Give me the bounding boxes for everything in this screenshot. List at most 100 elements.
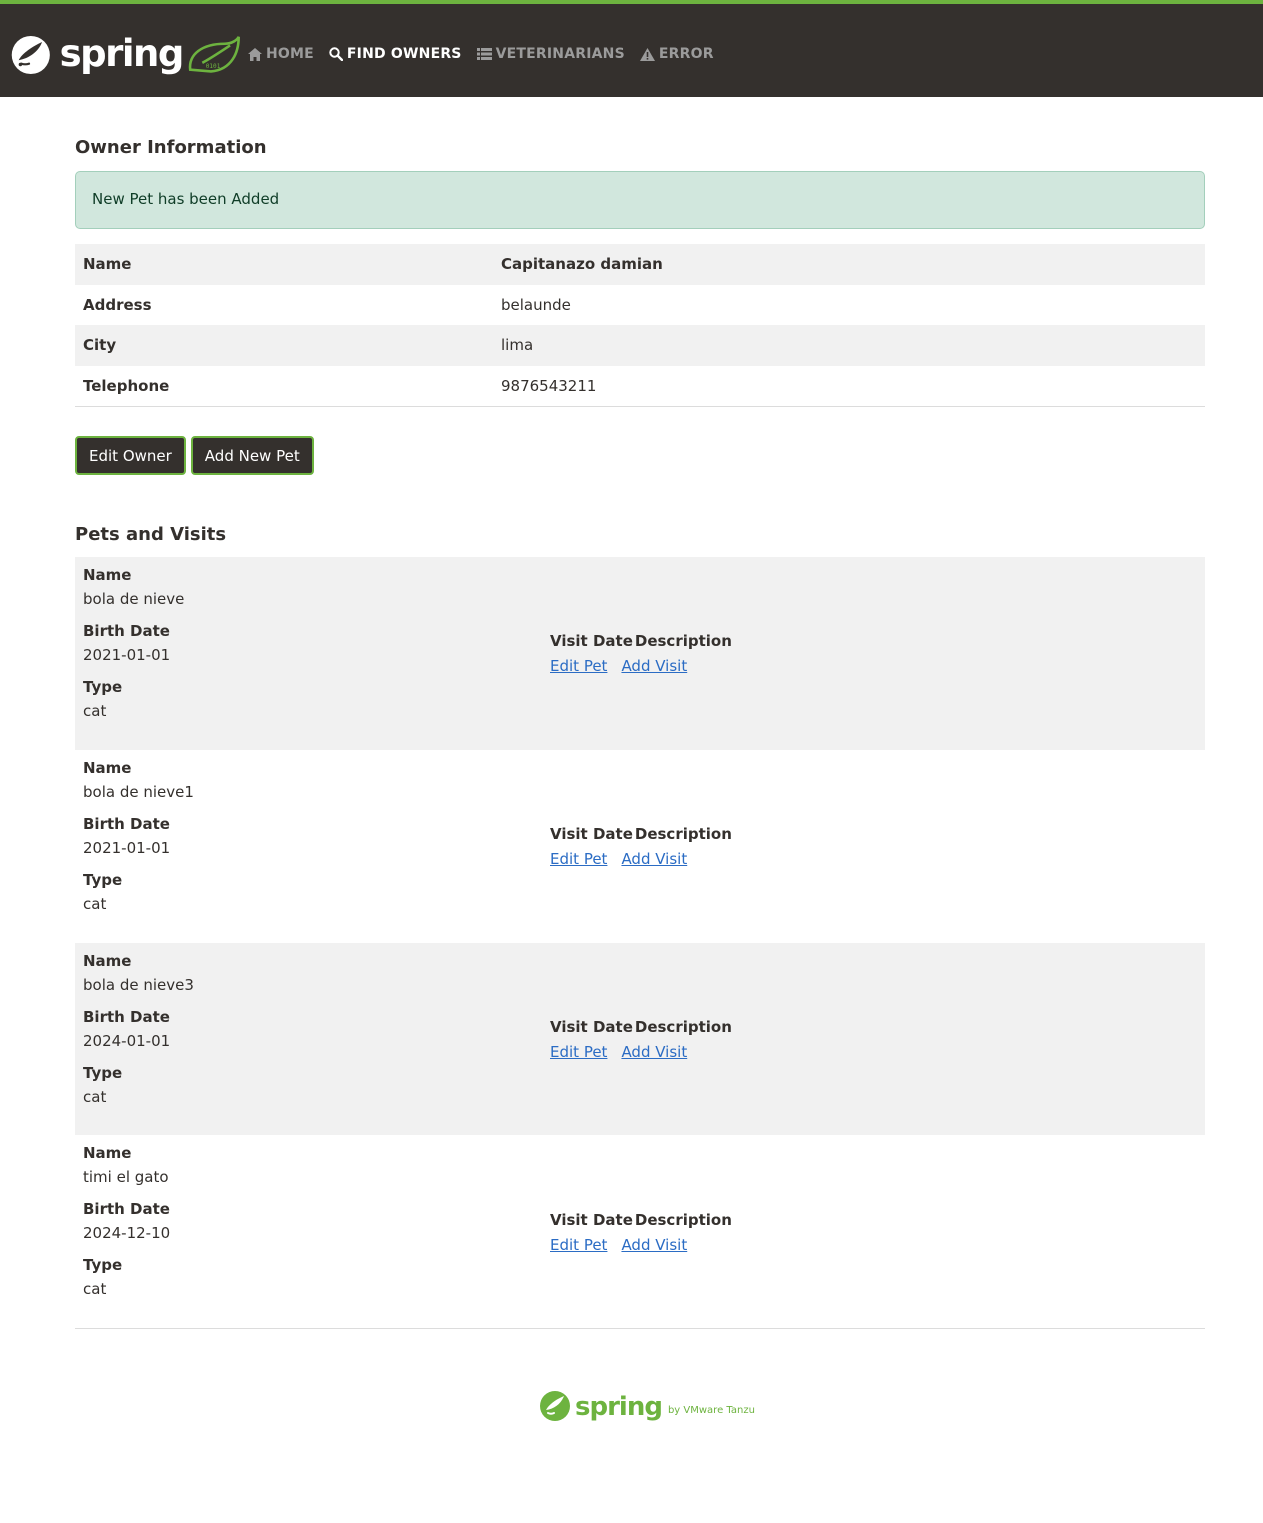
owner-information-heading: Owner Information bbox=[75, 137, 267, 158]
add-visit-link[interactable]: Add Visit bbox=[621, 657, 687, 675]
navbar: spring 0101 HOME FIND OWNERS VETERINARIA… bbox=[0, 0, 1263, 97]
pet-birth-date-value: 2021-01-01 bbox=[83, 838, 171, 857]
owner-field-label: Address bbox=[83, 295, 152, 314]
main-nav: HOME FIND OWNERS VETERINARIANS ERROR bbox=[248, 42, 729, 66]
visits-table: Visit Date Description Edit Pet Add Visi… bbox=[542, 943, 1205, 1136]
pet-row: Name bola de nieve1 Birth Date 2021-01-0… bbox=[75, 750, 1205, 943]
spring-logo[interactable]: spring 0101 bbox=[10, 30, 242, 80]
pet-birth-date-value: 2021-01-01 bbox=[83, 646, 171, 664]
visit-date-header: Visit Date bbox=[550, 1017, 633, 1036]
visit-date-header: Visit Date bbox=[550, 825, 633, 844]
pet-row: Name bola de nieve Birth Date 2021-01-01… bbox=[75, 557, 1205, 750]
add-visit-link[interactable]: Add Visit bbox=[621, 1236, 687, 1254]
pet-birth-date-value: 2024-12-10 bbox=[83, 1224, 171, 1243]
description-header: Description bbox=[634, 825, 732, 844]
pet-type-label: Type bbox=[83, 1063, 123, 1082]
brand-name: spring bbox=[59, 31, 185, 75]
nav-find-owners-label: FIND OWNERS bbox=[346, 46, 462, 62]
pets-table: Name bola de nieve Birth Date 2021-01-01… bbox=[75, 557, 1205, 1329]
pet-type-label: Type bbox=[83, 870, 123, 889]
description-header: Description bbox=[634, 632, 732, 651]
pet-name-label: Name bbox=[83, 1144, 132, 1163]
nav-error[interactable]: ERROR bbox=[639, 42, 714, 66]
owner-address-value: belaunde bbox=[501, 295, 571, 314]
pets-and-visits-heading: Pets and Visits bbox=[75, 524, 227, 545]
pet-actions: Edit Pet Add Visit bbox=[550, 657, 1205, 675]
footer-by-text: by VMware Tanzu bbox=[667, 1405, 755, 1416]
owner-row-address: Address belaunde bbox=[75, 285, 1205, 326]
owner-row-city: City lima bbox=[75, 325, 1205, 366]
owner-row-telephone: Telephone 9876543211 bbox=[75, 366, 1205, 406]
pet-actions: Edit Pet Add Visit bbox=[550, 850, 1205, 868]
owner-city-value: lima bbox=[501, 336, 534, 355]
pet-type-label: Type bbox=[83, 678, 123, 696]
leaf-badge-icon: 0101 bbox=[188, 36, 240, 73]
owner-table: Name Capitanazo damian Address belaunde … bbox=[75, 244, 1205, 407]
pet-type-value: cat bbox=[83, 1280, 107, 1299]
nav-home[interactable]: HOME bbox=[248, 42, 314, 66]
nav-find-owners[interactable]: FIND OWNERS bbox=[329, 42, 462, 66]
pet-name-value: bola de nieve bbox=[83, 590, 185, 608]
visits-table: Visit Date Description Edit Pet Add Visi… bbox=[542, 557, 1205, 750]
add-visit-link[interactable]: Add Visit bbox=[621, 850, 687, 868]
owner-name-value: Capitanazo damian bbox=[501, 255, 663, 274]
pet-birth-date-label: Birth Date bbox=[83, 622, 170, 640]
pet-actions: Edit Pet Add Visit bbox=[550, 1236, 1205, 1254]
nav-veterinarians-label: VETERINARIANS bbox=[495, 46, 625, 62]
pet-name-value: bola de nieve3 bbox=[83, 975, 194, 994]
pet-name-label: Name bbox=[83, 758, 132, 777]
spring-leaf-icon bbox=[540, 1391, 570, 1421]
home-icon bbox=[248, 47, 262, 61]
spring-leaf-icon bbox=[11, 35, 50, 75]
visits-header: Visit Date Description bbox=[550, 1017, 1205, 1037]
visits-header: Visit Date Description bbox=[550, 824, 1205, 844]
nav-home-label: HOME bbox=[266, 46, 314, 62]
visits-header: Visit Date Description bbox=[550, 1210, 1205, 1230]
pet-birth-date-label: Birth Date bbox=[83, 1200, 170, 1219]
pet-name-label: Name bbox=[83, 566, 132, 584]
edit-owner-button[interactable]: Edit Owner bbox=[75, 436, 186, 475]
description-header: Description bbox=[634, 1210, 732, 1229]
pet-birth-date-label: Birth Date bbox=[83, 814, 170, 833]
edit-pet-link[interactable]: Edit Pet bbox=[550, 1043, 607, 1061]
edit-pet-link[interactable]: Edit Pet bbox=[550, 1236, 607, 1254]
owner-actions: Edit Owner Add New Pet bbox=[75, 436, 314, 475]
pet-details: Name bola de nieve3 Birth Date 2024-01-0… bbox=[75, 943, 542, 1136]
pet-row: Name bola de nieve3 Birth Date 2024-01-0… bbox=[75, 942, 1205, 1136]
add-new-pet-button[interactable]: Add New Pet bbox=[190, 436, 314, 475]
owner-field-label: Name bbox=[83, 255, 132, 274]
owner-row-name: Name Capitanazo damian bbox=[75, 244, 1205, 285]
pet-actions: Edit Pet Add Visit bbox=[550, 1043, 1205, 1061]
success-alert: New Pet has been Added bbox=[75, 171, 1205, 229]
visit-date-header: Visit Date bbox=[550, 632, 633, 651]
pet-name-value: timi el gato bbox=[83, 1168, 169, 1187]
pet-name-value: bola de nieve1 bbox=[83, 782, 194, 801]
owner-telephone-value: 9876543211 bbox=[501, 376, 597, 395]
nav-error-label: ERROR bbox=[658, 46, 714, 62]
add-visit-link[interactable]: Add Visit bbox=[621, 1043, 687, 1061]
list-icon bbox=[476, 48, 492, 60]
pet-details: Name bola de nieve Birth Date 2021-01-01… bbox=[75, 557, 542, 750]
nav-veterinarians[interactable]: VETERINARIANS bbox=[476, 42, 625, 66]
description-header: Description bbox=[634, 1017, 732, 1036]
owner-field-label: Telephone bbox=[83, 376, 170, 395]
edit-pet-link[interactable]: Edit Pet bbox=[550, 850, 607, 868]
visits-header: Visit Date Description bbox=[550, 631, 1205, 651]
visits-table: Visit Date Description Edit Pet Add Visi… bbox=[542, 750, 1205, 943]
pet-type-value: cat bbox=[83, 1087, 107, 1106]
visit-date-header: Visit Date bbox=[550, 1210, 633, 1229]
pet-type-label: Type bbox=[83, 1256, 123, 1275]
footer-logo: spring by VMware Tanzu bbox=[539, 1390, 755, 1422]
footer-brand-name: spring bbox=[575, 1392, 663, 1422]
pet-row: Name timi el gato Birth Date 2024-12-10 … bbox=[75, 1135, 1205, 1328]
visits-table: Visit Date Description Edit Pet Add Visi… bbox=[542, 1135, 1205, 1328]
pet-name-label: Name bbox=[83, 951, 132, 970]
pet-birth-date-label: Birth Date bbox=[83, 1007, 170, 1026]
warning-icon bbox=[639, 47, 655, 61]
search-icon bbox=[329, 47, 343, 61]
svg-text:0101: 0101 bbox=[206, 63, 221, 70]
owner-field-label: City bbox=[83, 336, 117, 355]
pet-type-value: cat bbox=[83, 702, 107, 720]
pet-details: Name timi el gato Birth Date 2024-12-10 … bbox=[75, 1135, 542, 1328]
edit-pet-link[interactable]: Edit Pet bbox=[550, 657, 607, 675]
